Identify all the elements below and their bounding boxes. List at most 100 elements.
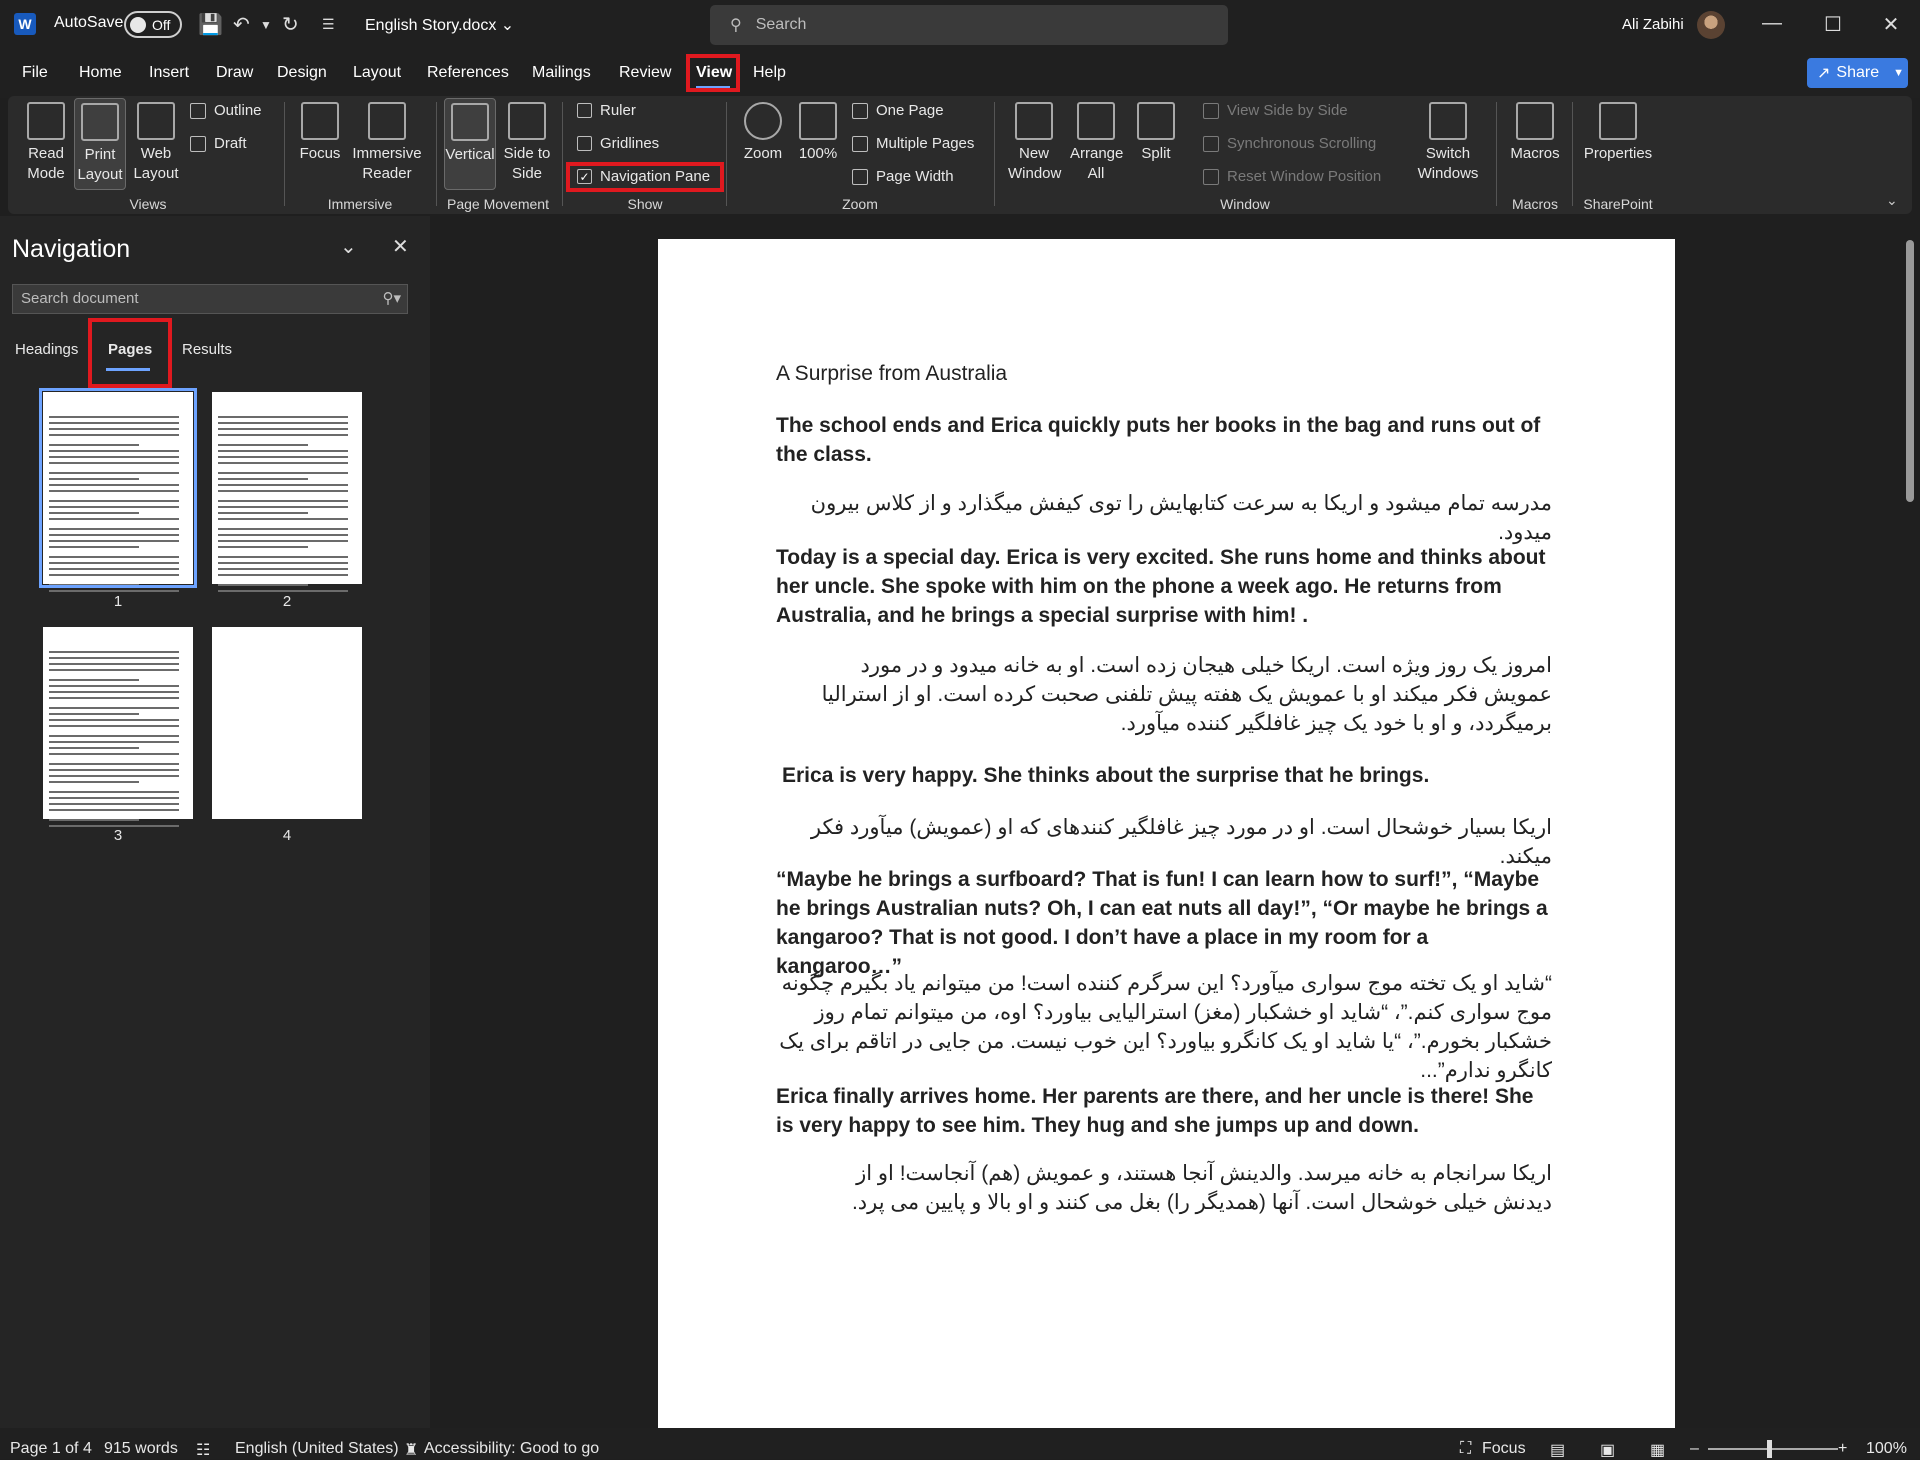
redo-icon[interactable]: ↻: [282, 12, 299, 37]
draft-icon: [190, 135, 206, 152]
close-icon[interactable]: ✕: [392, 234, 409, 259]
print-layout-button[interactable]: Print Layout: [74, 98, 126, 190]
language-status[interactable]: English (United States): [235, 1440, 399, 1458]
zoom-button[interactable]: Zoom: [737, 102, 789, 164]
undo-dropdown-icon[interactable]: ▼: [260, 18, 272, 32]
properties-button[interactable]: Properties: [1580, 102, 1656, 164]
page-thumbnail[interactable]: [43, 627, 193, 827]
page-count[interactable]: Page 1 of 4: [10, 1440, 92, 1458]
thumbnail-text-line: [218, 444, 308, 446]
thumbnail-text-line: [49, 562, 179, 564]
undo-icon[interactable]: ↶: [233, 12, 250, 37]
page-thumbnail[interactable]: [212, 627, 362, 819]
immersive-reader-button[interactable]: Immersive Reader: [349, 102, 425, 184]
word-app-icon: W: [14, 13, 36, 35]
vertical-icon: [451, 103, 489, 141]
web-layout-icon[interactable]: ▦: [1650, 1440, 1665, 1460]
draft-button[interactable]: Draft: [190, 135, 247, 152]
synchronous-scrolling-button[interactable]: Synchronous Scrolling: [1203, 135, 1376, 152]
arrange-all-button[interactable]: Arrange All: [1070, 102, 1123, 184]
macros-button[interactable]: Macros: [1508, 102, 1562, 164]
customize-qat-icon[interactable]: ☰: [322, 16, 335, 33]
outline-button[interactable]: Outline: [190, 102, 262, 119]
search-document-input[interactable]: Search document ⚲▾: [12, 284, 408, 314]
web-layout-label: Web Layout: [133, 145, 179, 182]
switch-windows-button[interactable]: Switch Windows: [1402, 102, 1494, 184]
reset-window-position-button[interactable]: Reset Window Position: [1203, 168, 1381, 185]
minimize-icon[interactable]: —: [1757, 12, 1787, 35]
menu-layout[interactable]: Layout: [353, 64, 401, 82]
read-mode-icon[interactable]: ▤: [1550, 1440, 1565, 1460]
document-page[interactable]: A Surprise from Australia The school end…: [658, 239, 1675, 1439]
maximize-icon[interactable]: ☐: [1818, 12, 1848, 37]
collapse-ribbon-icon[interactable]: ⌄: [1886, 192, 1898, 209]
multiple-pages-button[interactable]: Multiple Pages: [852, 135, 974, 152]
outline-label: Outline: [214, 102, 262, 119]
new-window-button[interactable]: New Window: [1008, 102, 1061, 184]
side-to-side-button[interactable]: Side to Side: [500, 102, 554, 184]
thumbnail-text-line: [49, 819, 139, 821]
zoom-slider[interactable]: [1708, 1448, 1838, 1450]
menu-mailings[interactable]: Mailings: [532, 64, 591, 82]
paragraph-english: “Maybe he brings a surfboard? That is fu…: [776, 868, 1548, 978]
save-icon[interactable]: 💾: [198, 12, 223, 37]
menu-review[interactable]: Review: [619, 64, 671, 82]
tab-results[interactable]: Results: [182, 341, 232, 358]
ruler-checkbox[interactable]: Ruler: [577, 102, 636, 119]
proofing-icon[interactable]: ☷: [196, 1440, 210, 1460]
page-width-button[interactable]: Page Width: [852, 168, 954, 185]
thumbnail-text-line: [218, 590, 348, 592]
user-name[interactable]: Ali Zabihi: [1622, 16, 1684, 33]
thumbnail-text-line: [49, 506, 179, 508]
thumbnail-text-line: [218, 478, 308, 480]
share-button[interactable]: ↗ Share ▼: [1807, 58, 1908, 88]
gridlines-checkbox[interactable]: Gridlines: [577, 135, 659, 152]
close-icon[interactable]: ✕: [1876, 12, 1906, 37]
menu-references[interactable]: References: [427, 64, 509, 82]
page-thumbnail[interactable]: [212, 392, 362, 592]
vertical-button[interactable]: Vertical: [444, 98, 496, 190]
thumbnail-text-line: [49, 797, 179, 799]
zoom-out-icon[interactable]: –: [1690, 1440, 1699, 1458]
avatar[interactable]: [1697, 11, 1725, 39]
one-page-button[interactable]: One Page: [852, 102, 944, 119]
focus-icon[interactable]: ⛶: [1460, 1440, 1471, 1458]
menu-home[interactable]: Home: [79, 64, 122, 82]
macros-icon: [1516, 102, 1554, 140]
word-count[interactable]: 915 words: [104, 1440, 178, 1458]
print-layout-icon[interactable]: ▣: [1600, 1440, 1615, 1460]
view-side-by-side-button[interactable]: View Side by Side: [1203, 102, 1348, 119]
accessibility-status[interactable]: Accessibility: Good to go: [424, 1440, 599, 1458]
web-layout-button[interactable]: Web Layout: [130, 102, 182, 184]
group-show: Show: [627, 196, 663, 212]
autosave-toggle[interactable]: Off: [124, 11, 182, 38]
menu-help[interactable]: Help: [753, 64, 786, 82]
thumbnail-text-line: [49, 450, 179, 452]
ribbon-separator: [284, 102, 285, 206]
zoom-level[interactable]: 100%: [1866, 1440, 1907, 1458]
read-mode-button[interactable]: Read Mode: [20, 102, 72, 184]
checkbox-icon: [577, 136, 592, 151]
focus-button[interactable]: Focus: [294, 102, 346, 164]
thumbnail-text-line: [218, 506, 348, 508]
document-name[interactable]: English Story.docx ⌄: [365, 15, 514, 35]
multiple-pages-icon: [852, 135, 868, 152]
page-thumbnail[interactable]: [39, 388, 197, 592]
search-box[interactable]: ⚲ Search: [710, 5, 1228, 45]
scrollbar-thumb[interactable]: [1906, 240, 1914, 502]
menu-draw[interactable]: Draw: [216, 64, 253, 82]
tab-headings[interactable]: Headings: [15, 341, 78, 358]
accessibility-icon[interactable]: ♜: [404, 1440, 418, 1460]
focus-status[interactable]: Focus: [1482, 1440, 1526, 1458]
menu-file[interactable]: File: [22, 64, 48, 82]
zoom-100-button[interactable]: 100%: [792, 102, 844, 164]
menu-insert[interactable]: Insert: [149, 64, 189, 82]
zoom-in-icon[interactable]: +: [1838, 1440, 1847, 1458]
split-button[interactable]: Split: [1130, 102, 1182, 164]
paragraph-persian: اریکا بسیار خوشحال است. او در مورد چیز غ…: [810, 816, 1552, 868]
thumbnail-text-line: [49, 685, 179, 687]
zoom-slider-thumb[interactable]: [1767, 1440, 1772, 1458]
menu-design[interactable]: Design: [277, 64, 327, 82]
thumbnail-text-line: [49, 584, 139, 586]
chevron-down-icon[interactable]: ⌄: [340, 234, 357, 259]
